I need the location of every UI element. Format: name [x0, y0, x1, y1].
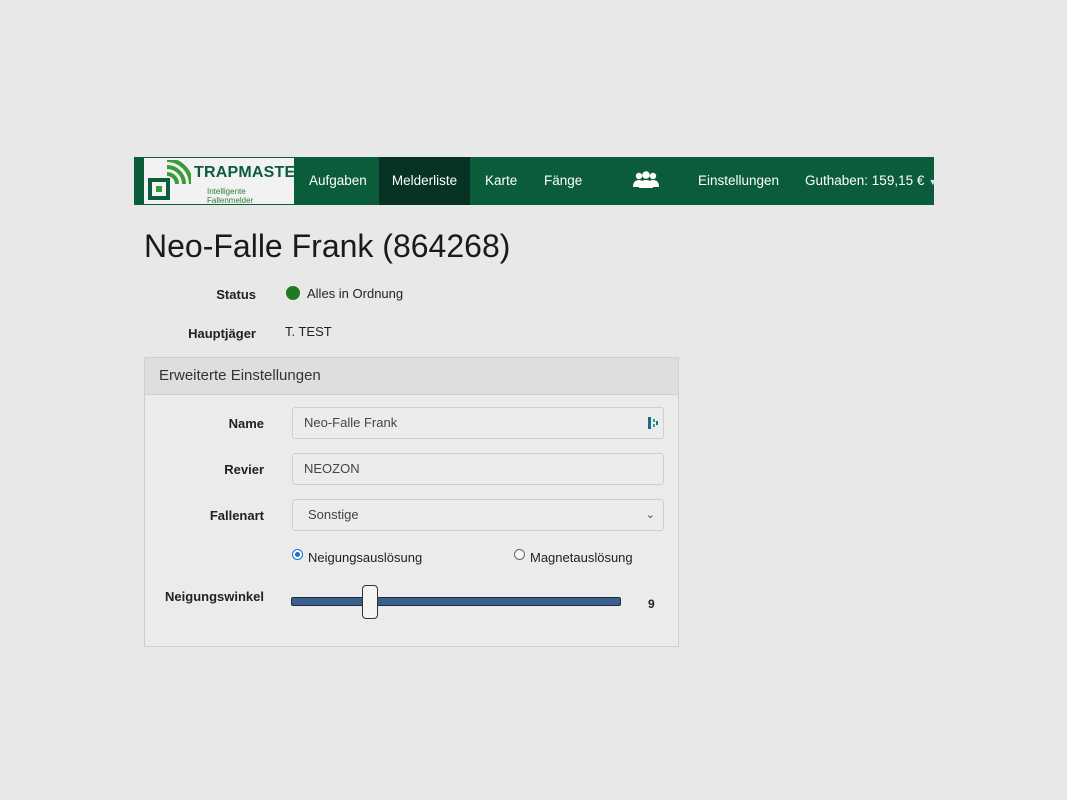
- brand-title: TRAPMASTER: [194, 164, 308, 181]
- hunter-label: Hauptjäger: [188, 326, 256, 341]
- hunter-value: T. TEST: [285, 324, 332, 339]
- status-label: Status: [216, 287, 256, 302]
- radio-magnetausloesung-label[interactable]: Magnetauslösung: [530, 550, 633, 565]
- fallenart-label: Fallenart: [209, 508, 264, 523]
- signal-logo-icon: [148, 160, 191, 200]
- chevron-down-icon: ⌄: [645, 509, 655, 521]
- password-manager-icon[interactable]: [647, 416, 659, 430]
- status-value: Alles in Ordnung: [307, 286, 404, 301]
- nav-item-einstellungen[interactable]: Einstellungen: [698, 157, 779, 205]
- angle-slider-thumb[interactable]: [362, 585, 378, 619]
- brand-logo[interactable]: TRAPMASTER Intelligente Fallenmelder: [144, 158, 307, 205]
- angle-label: Neigungswinkel: [165, 589, 264, 604]
- revier-label: Revier: [224, 462, 264, 477]
- users-icon: [633, 171, 659, 188]
- nav-item-melderliste[interactable]: Melderliste: [379, 157, 470, 205]
- radio-neigungsausloesung-label[interactable]: Neigungsauslösung: [308, 550, 422, 565]
- nav-item-aufgaben[interactable]: Aufgaben: [309, 157, 367, 205]
- radio-neigungsausloesung[interactable]: [292, 549, 303, 560]
- panel-title: Erweiterte Einstellungen: [145, 358, 678, 395]
- angle-value: 9: [648, 597, 655, 611]
- nav-item-guthaben[interactable]: Guthaben: 159,15 € ▼: [805, 157, 937, 205]
- name-value: Neo-Falle Frank: [304, 415, 398, 430]
- nav-item-faenge[interactable]: Fänge: [544, 157, 582, 205]
- page-title: Neo-Falle Frank (864268): [144, 228, 511, 264]
- nav-item-karte[interactable]: Karte: [485, 157, 517, 205]
- revier-input[interactable]: NEOZON: [292, 453, 664, 485]
- name-label: Name: [228, 416, 264, 431]
- status-indicator: [286, 286, 300, 300]
- radio-magnetausloesung[interactable]: [514, 549, 525, 560]
- angle-slider-track[interactable]: [291, 597, 621, 606]
- fallenart-value: Sonstige: [308, 507, 359, 522]
- guthaben-label: Guthaben: 159,15 €: [805, 173, 925, 188]
- revier-value: NEOZON: [304, 461, 360, 476]
- brand-subtitle: Intelligente Fallenmelder: [207, 187, 254, 205]
- caret-down-icon: ▼: [928, 177, 938, 187]
- nav-item-users[interactable]: [632, 157, 662, 205]
- fallenart-select[interactable]: Sonstige ⌄: [292, 499, 664, 531]
- name-input[interactable]: Neo-Falle Frank: [292, 407, 664, 439]
- top-navbar: TRAPMASTER Intelligente Fallenmelder Auf…: [134, 157, 937, 205]
